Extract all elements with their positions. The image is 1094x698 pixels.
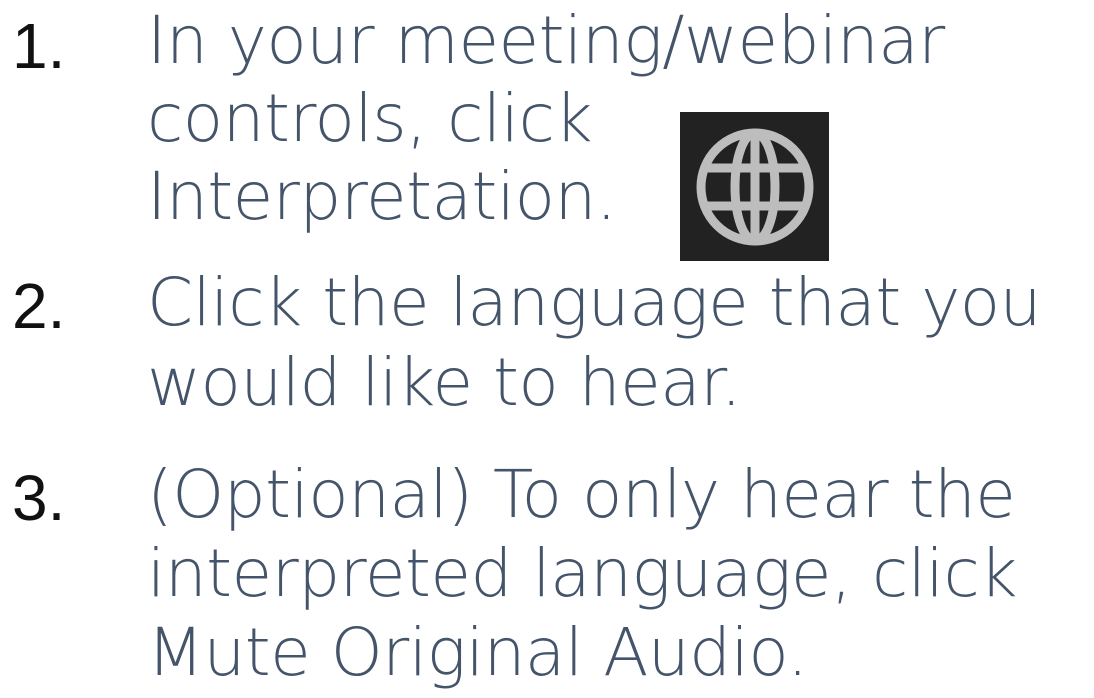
step-2-line-1: Click the language that you — [147, 264, 1042, 341]
step-1-number: 1. — [12, 10, 66, 82]
step-3-line-1: (Optional) To only hear the — [147, 456, 1016, 533]
step-3-line-3: Mute Original Audio. — [147, 614, 808, 691]
step-1-line-3: Interpretation. — [147, 158, 617, 235]
step-2-line-2: would like to hear. — [147, 344, 742, 421]
step-3-line-2: interpreted language, click — [147, 535, 1017, 612]
step-3-number: 3. — [12, 462, 66, 534]
step-1-line-2: controls, click — [147, 80, 593, 157]
interpretation-button-image — [680, 112, 829, 261]
globe-icon — [696, 128, 813, 245]
step-1-line-1: In your meeting/webinar — [147, 2, 945, 79]
instruction-page: 1. In your meeting/webinar controls, cli… — [0, 0, 1094, 698]
step-2-number: 2. — [12, 270, 66, 342]
